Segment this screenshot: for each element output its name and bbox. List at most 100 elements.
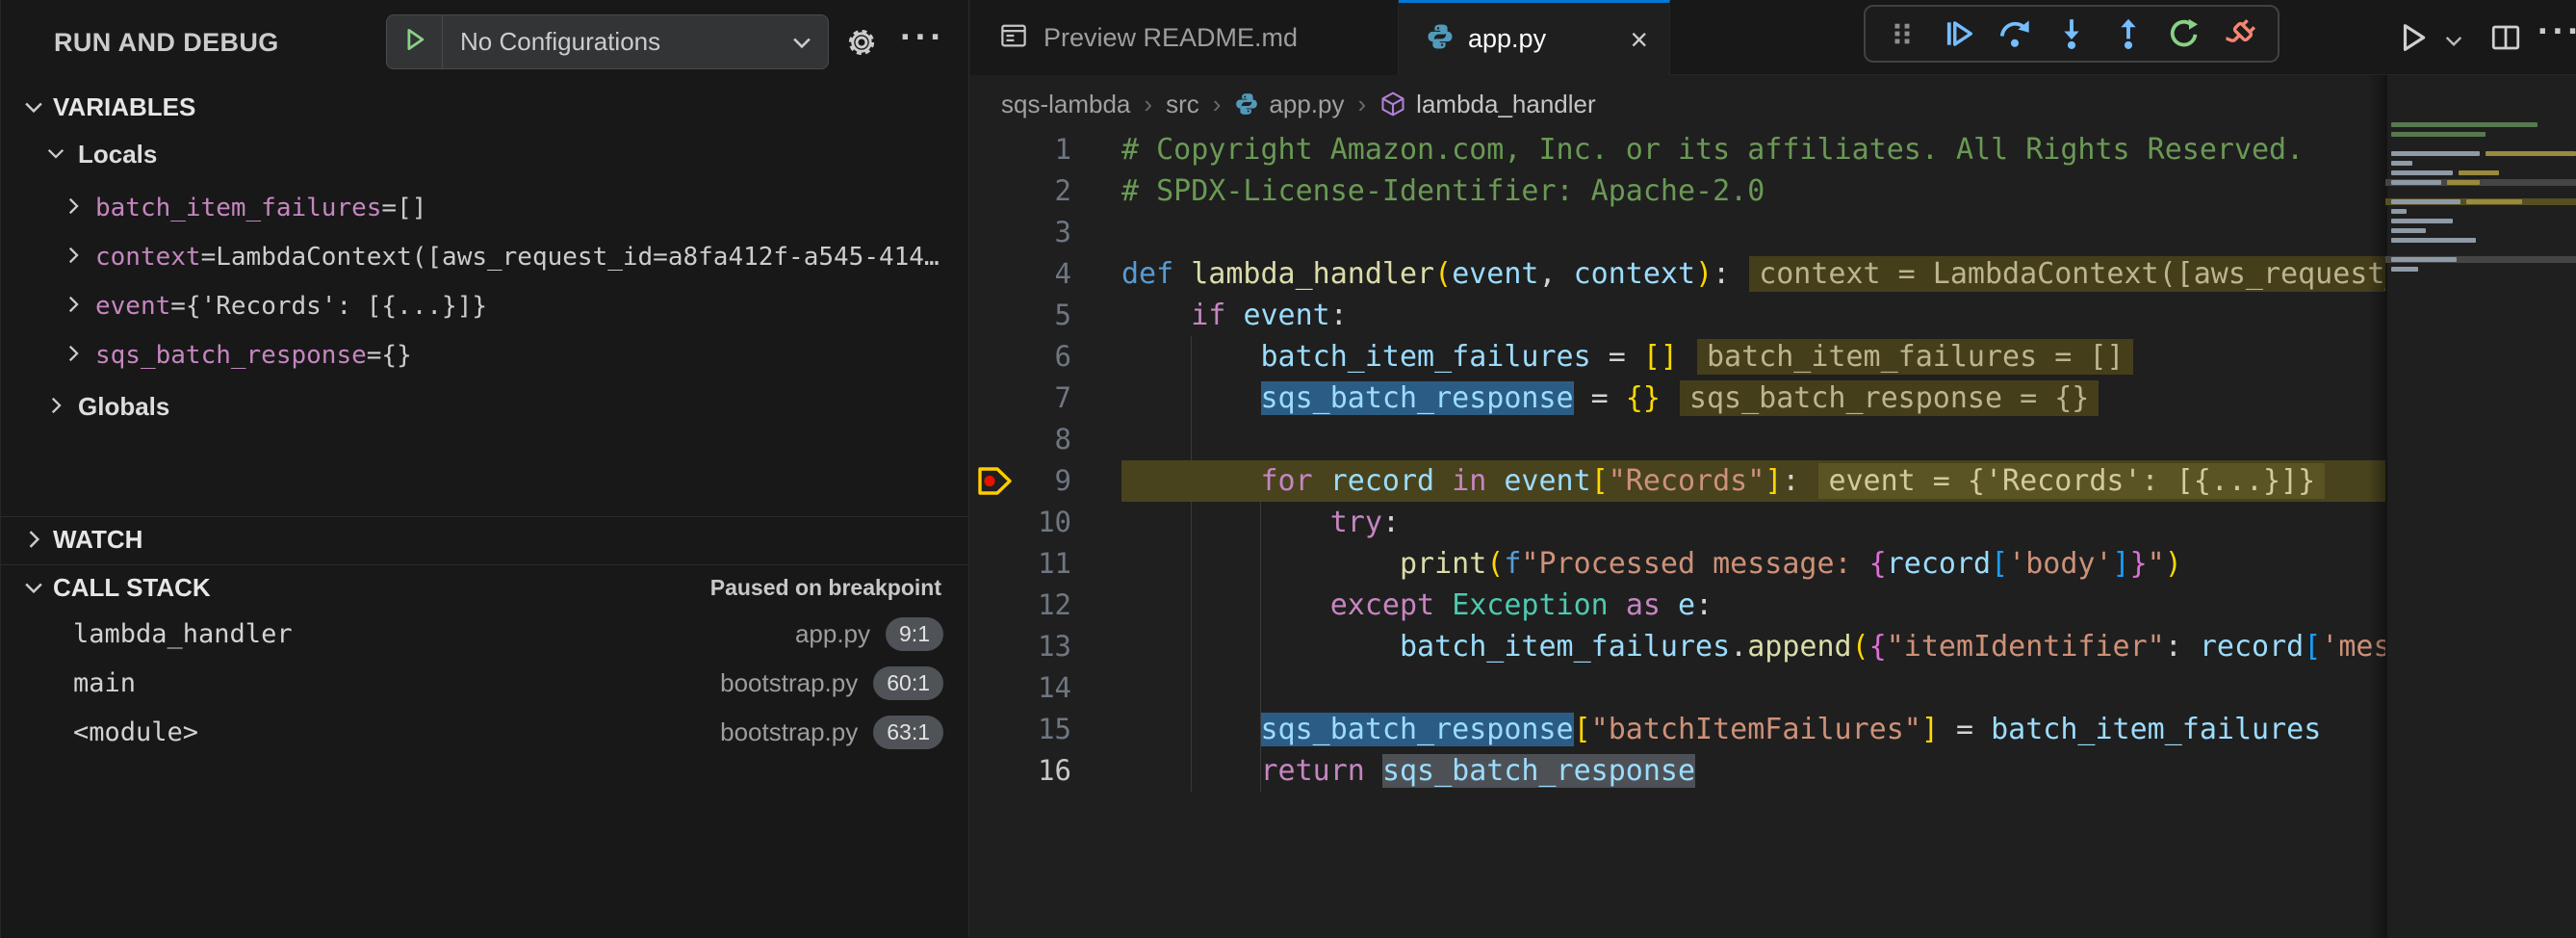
scope-locals[interactable]: Locals	[1, 129, 968, 179]
code-line[interactable]: 4def lambda_handler(event, context):cont…	[970, 253, 2385, 295]
continue-icon[interactable]	[1938, 13, 1980, 55]
more-actions-icon[interactable]: ···	[2537, 12, 2576, 53]
gutter[interactable]: 12	[970, 585, 1121, 626]
gutter[interactable]: 1	[970, 129, 1121, 170]
gripper-icon[interactable]	[1881, 13, 1923, 55]
code-line[interactable]: 5 if event:	[970, 295, 2385, 336]
line-content[interactable]	[1121, 419, 2385, 460]
code-line[interactable]: 2 # SPDX-License-Identifier: Apache-2.0	[970, 170, 2385, 212]
line-content[interactable]: sqs_batch_response["batchItemFailures"] …	[1121, 709, 2385, 750]
gutter[interactable]: 7	[970, 378, 1121, 419]
line-content[interactable]: batch_item_failures.append({"itemIdentif…	[1121, 626, 2385, 667]
run-dropdown-chevron-icon[interactable]	[2441, 29, 2466, 59]
gutter[interactable]: 5	[970, 295, 1121, 336]
line-number[interactable]: 2	[1055, 170, 1071, 212]
line-number[interactable]: 15	[1038, 709, 1071, 750]
call-stack-frame[interactable]: mainbootstrap.py60:1	[1, 659, 968, 708]
line-content[interactable]: for record in event["Records"]:event = {…	[1121, 460, 2385, 502]
step-into-icon[interactable]	[2050, 13, 2093, 55]
gutter[interactable]: 15	[970, 709, 1121, 750]
code-line[interactable]: 6 batch_item_failures = []batch_item_fai…	[970, 336, 2385, 378]
line-number[interactable]: 13	[1038, 626, 1071, 667]
code-line[interactable]: 12 except Exception as e:	[970, 585, 2385, 626]
line-content[interactable]: sqs_batch_response = {}sqs_batch_respons…	[1121, 378, 2385, 419]
call-stack-frame[interactable]: <module>bootstrap.py63:1	[1, 708, 968, 757]
gutter[interactable]: 16	[970, 750, 1121, 792]
line-number[interactable]: 10	[1038, 502, 1071, 543]
line-content[interactable]: # Copyright Amazon.com, Inc. or its affi…	[1121, 129, 2385, 170]
breakpoint-current-line-icon[interactable]	[976, 465, 1015, 505]
line-number[interactable]: 12	[1038, 585, 1071, 626]
variable-row[interactable]: batch_item_failures = []	[1, 183, 968, 232]
code-line[interactable]: 16 return sqs_batch_response	[970, 750, 2385, 792]
gutter[interactable]: 3	[970, 212, 1121, 253]
tab-preview-readme[interactable]: Preview README.md	[970, 0, 1399, 75]
gutter[interactable]: 4	[970, 253, 1121, 295]
gutter[interactable]: 2	[970, 170, 1121, 212]
gutter[interactable]: 13	[970, 626, 1121, 667]
call-stack-section-header[interactable]: CALL STACK Paused on breakpoint	[1, 565, 968, 610]
line-number[interactable]: 5	[1055, 295, 1071, 336]
line-content[interactable]: if event:	[1121, 295, 2385, 336]
code-line[interactable]: 13 batch_item_failures.append({"itemIden…	[970, 626, 2385, 667]
gutter[interactable]: 9	[970, 460, 1121, 502]
line-number[interactable]: 11	[1038, 543, 1071, 585]
line-content[interactable]: # SPDX-License-Identifier: Apache-2.0	[1121, 170, 2385, 212]
step-out-icon[interactable]	[2107, 13, 2150, 55]
configuration-dropdown[interactable]: No Configurations	[443, 27, 776, 57]
line-number[interactable]: 7	[1055, 378, 1071, 419]
close-icon[interactable]: ×	[1630, 24, 1648, 55]
code-line[interactable]: 7 sqs_batch_response = {}sqs_batch_respo…	[970, 378, 2385, 419]
code-line[interactable]: 15 sqs_batch_response["batchItemFailures…	[970, 709, 2385, 750]
start-debug-button[interactable]	[387, 15, 443, 68]
line-number[interactable]: 3	[1055, 212, 1071, 253]
line-content[interactable]: batch_item_failures = []batch_item_failu…	[1121, 336, 2385, 378]
line-number[interactable]: 6	[1055, 336, 1071, 378]
line-content[interactable]	[1121, 667, 2385, 709]
gutter[interactable]: 11	[970, 543, 1121, 585]
run-python-icon[interactable]	[2397, 21, 2430, 59]
line-content[interactable]: try:	[1121, 502, 2385, 543]
debug-configuration-control[interactable]: No Configurations	[386, 14, 829, 69]
line-number[interactable]: 1	[1055, 129, 1071, 170]
line-number[interactable]: 8	[1055, 419, 1071, 460]
variable-row[interactable]: sqs_batch_response = {}	[1, 330, 968, 379]
code-line[interactable]: 11 print(f"Processed message: {record['b…	[970, 543, 2385, 585]
gutter[interactable]: 8	[970, 419, 1121, 460]
call-stack-frame[interactable]: lambda_handlerapp.py9:1	[1, 610, 968, 659]
line-content[interactable]: return sqs_batch_response	[1121, 750, 2385, 792]
restart-icon[interactable]	[2163, 13, 2205, 55]
step-over-icon[interactable]	[1994, 13, 2036, 55]
gear-icon[interactable]	[844, 25, 879, 65]
line-number[interactable]: 9	[1055, 460, 1071, 502]
line-content[interactable]: except Exception as e:	[1121, 585, 2385, 626]
breadcrumb-item[interactable]: app.py	[1234, 90, 1344, 119]
minimap[interactable]	[2385, 121, 2576, 410]
breadcrumb-item[interactable]: lambda_handler	[1379, 90, 1595, 119]
more-actions-icon[interactable]: ···	[900, 17, 945, 59]
watch-section-header[interactable]: WATCH	[1, 517, 968, 561]
code-line[interactable]: 14	[970, 667, 2385, 709]
breadcrumb-item[interactable]: sqs-lambda	[1001, 90, 1130, 119]
variable-row[interactable]: context = LambdaContext([aws_request_id=…	[1, 232, 968, 281]
line-content[interactable]: print(f"Processed message: {record['body…	[1121, 543, 2385, 585]
code-line[interactable]: 10 try:	[970, 502, 2385, 543]
code-line[interactable]: 1 # Copyright Amazon.com, Inc. or its aff…	[970, 129, 2385, 170]
line-number[interactable]: 14	[1038, 667, 1071, 709]
tab-app-py[interactable]: app.py ×	[1399, 0, 1670, 75]
line-number[interactable]: 4	[1055, 253, 1071, 295]
gutter[interactable]: 10	[970, 502, 1121, 543]
chevron-down-icon[interactable]	[776, 29, 828, 56]
line-content[interactable]	[1121, 212, 2385, 253]
line-number[interactable]: 16	[1038, 750, 1071, 792]
breadcrumb-item[interactable]: src	[1166, 90, 1199, 119]
variable-row[interactable]: event = {'Records': [{...}]}	[1, 281, 968, 330]
disconnect-icon[interactable]	[2220, 13, 2262, 55]
code-line[interactable]: 8	[970, 419, 2385, 460]
gutter[interactable]: 6	[970, 336, 1121, 378]
split-editor-icon[interactable]	[2489, 21, 2522, 59]
variables-section-header[interactable]: VARIABLES	[1, 85, 968, 129]
scope-globals[interactable]: Globals	[1, 381, 968, 431]
code-line[interactable]: 3	[970, 212, 2385, 253]
code-editor[interactable]: 1 # Copyright Amazon.com, Inc. or its aff…	[970, 129, 2385, 919]
